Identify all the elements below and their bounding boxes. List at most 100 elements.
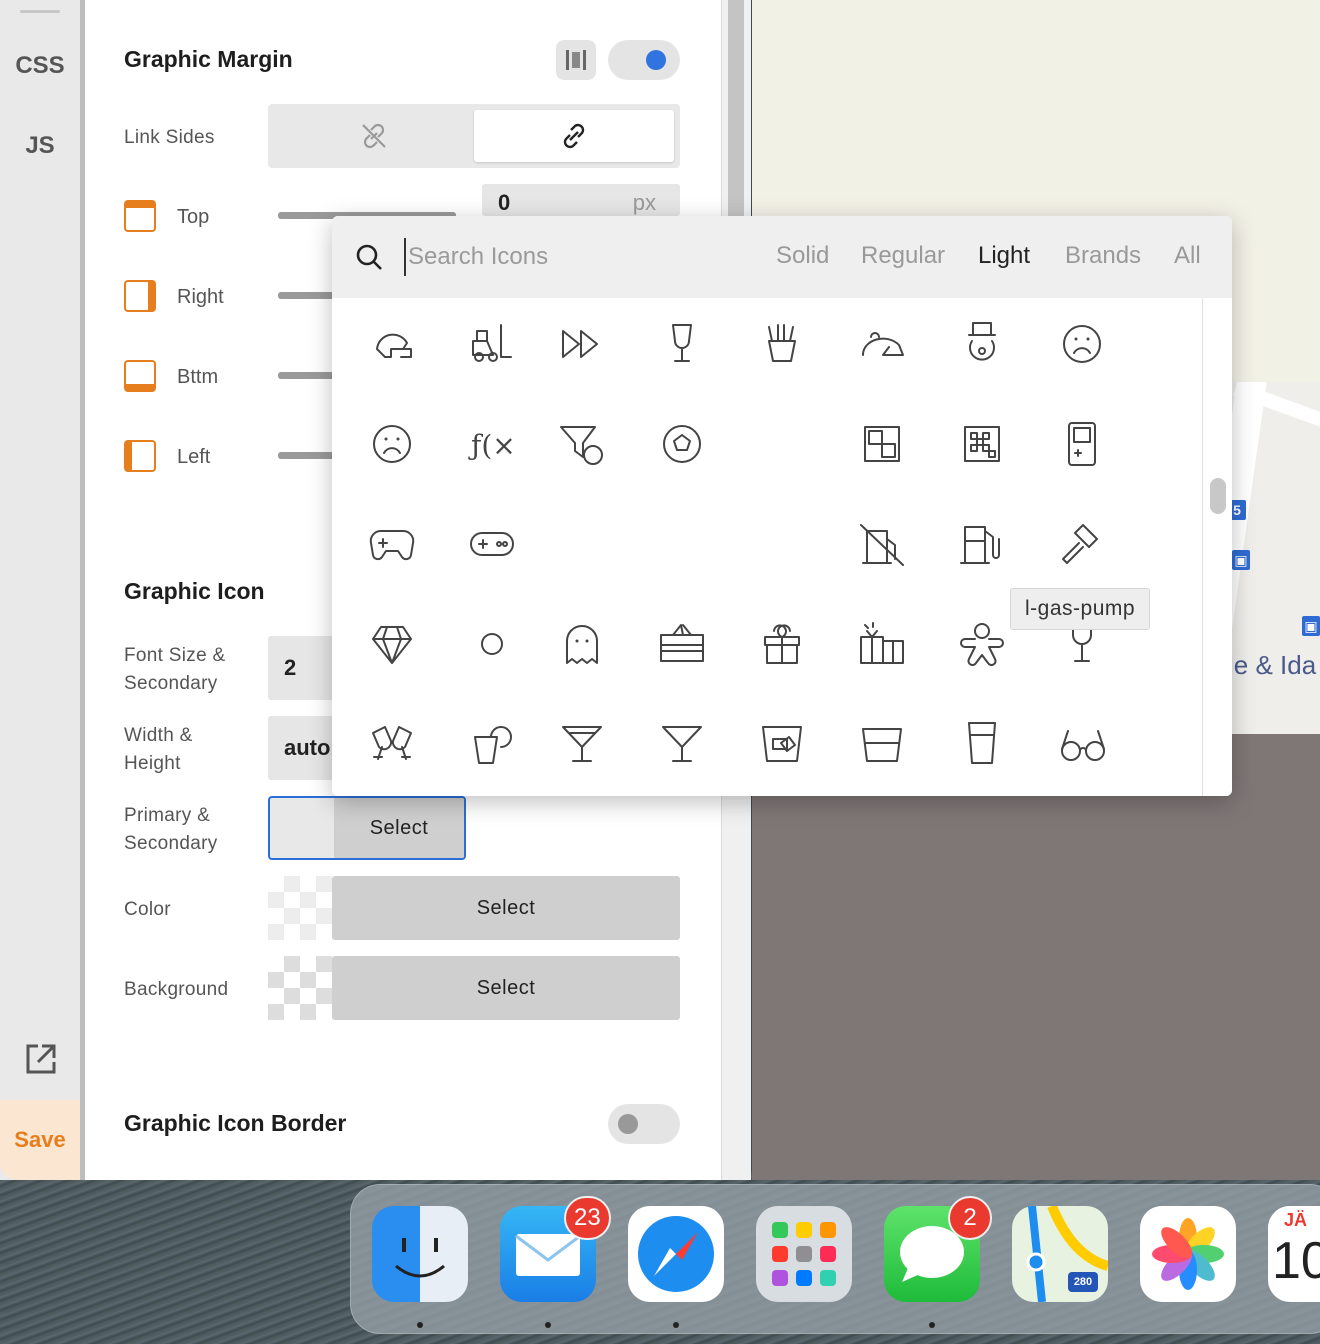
genderless-icon[interactable] [460, 612, 524, 676]
game-console-handheld-icon[interactable] [1050, 412, 1114, 476]
bottom-label: Bttm [177, 366, 219, 388]
bottom-slider[interactable] [278, 372, 338, 379]
icon-search-input[interactable] [404, 238, 734, 276]
gavel-icon[interactable] [1050, 512, 1114, 576]
gamepad-icon[interactable] [360, 512, 424, 576]
mail-running-dot [545, 1322, 551, 1328]
unit-label: px [632, 190, 656, 215]
panel-scrollbar-thumb[interactable] [728, 0, 744, 220]
background-select-button[interactable]: Select [332, 956, 680, 1020]
funnel-dollar-icon[interactable] [550, 412, 614, 476]
left-slider[interactable] [278, 452, 338, 459]
right-label: Right [177, 286, 224, 308]
glass-martini-alt-icon[interactable] [650, 712, 714, 776]
glass-cheers-icon[interactable] [360, 712, 424, 776]
map-dark-area [752, 734, 1320, 1180]
unlink-option[interactable] [274, 110, 474, 162]
glass-tall-icon[interactable] [950, 712, 1014, 776]
gift-icon[interactable] [750, 612, 814, 676]
glass-whiskey-icon[interactable] [650, 312, 714, 376]
search-icon [356, 244, 382, 270]
js-tab[interactable]: JS [0, 132, 80, 160]
fast-forward-icon[interactable] [550, 312, 614, 376]
top-value-field[interactable]: 0 px [482, 184, 680, 216]
glass-citrus-icon[interactable] [460, 712, 524, 776]
link-icon [563, 123, 585, 149]
graphic-icon-border-title: Graphic Icon Border [124, 1110, 347, 1136]
gingerbread-man-icon[interactable] [950, 612, 1014, 676]
glass-whiskey-rocks-icon[interactable] [750, 712, 814, 776]
frosty-head-icon[interactable] [950, 312, 1014, 376]
frown-open-icon[interactable] [360, 412, 424, 476]
maps-shield-label: 280 [1073, 1276, 1093, 1288]
forklift-icon[interactable] [460, 312, 524, 376]
border-toggle[interactable] [608, 1104, 680, 1144]
font-size-field[interactable]: 2 [268, 636, 338, 700]
top-label: Top [177, 206, 210, 228]
font-size-label: Font Size & Secondary [124, 645, 226, 694]
spacing-icon [566, 50, 586, 70]
unlink-icon [362, 123, 386, 149]
glass-martini-icon[interactable] [550, 712, 614, 776]
futbol-icon[interactable] [650, 412, 714, 476]
function-icon[interactable]: ƒ(×) [460, 412, 524, 476]
margin-right-icon [124, 280, 156, 312]
messages-badge: 2 [948, 1196, 992, 1240]
gamepad-alt-icon[interactable] [460, 512, 524, 576]
glasses-icon[interactable] [1050, 712, 1114, 776]
width-field[interactable]: auto [268, 716, 338, 780]
map-place-label: le & Ida [1228, 650, 1317, 680]
margin-top-icon [124, 200, 156, 232]
frown-icon[interactable] [1050, 312, 1114, 376]
gem-icon[interactable] [360, 612, 424, 676]
margin-mode-button[interactable] [556, 40, 596, 80]
right-slider[interactable] [278, 292, 338, 299]
frog-icon[interactable] [850, 312, 914, 376]
graphic-margin-title: Graphic Margin [124, 46, 293, 72]
margin-toggle[interactable] [608, 40, 680, 80]
tab-brands[interactable]: Brands [1065, 242, 1141, 270]
graphic-icon-title: Graphic Icon [124, 578, 265, 604]
gas-pump-slash-icon[interactable] [850, 512, 914, 576]
primary-select-box[interactable]: Select [268, 796, 466, 860]
bus-stop-icon[interactable]: ▣ [1302, 616, 1320, 636]
open-external-icon[interactable] [24, 1042, 58, 1076]
rail-handle[interactable] [20, 10, 60, 13]
toggle-knob [646, 50, 666, 70]
ghost-icon[interactable] [550, 612, 614, 676]
launchpad-app-icon[interactable] [756, 1206, 852, 1302]
glass-whiskey-alt-icon[interactable] [850, 712, 914, 776]
background-swatch[interactable] [268, 956, 332, 1020]
css-tab[interactable]: CSS [0, 52, 80, 80]
game-board-icon[interactable] [850, 412, 914, 476]
tab-light[interactable]: Light [978, 242, 1030, 270]
finder-app-icon[interactable] [372, 1206, 468, 1302]
save-button[interactable]: Save [0, 1100, 80, 1180]
game-board-alt-icon[interactable] [950, 412, 1014, 476]
primary-select-button[interactable]: Select [334, 798, 464, 858]
left-label: Left [177, 446, 211, 468]
color-swatch[interactable] [268, 876, 332, 940]
calendar-app-icon[interactable]: JÄ 10 [1268, 1206, 1320, 1302]
toggle-knob [618, 1114, 638, 1134]
french-fries-icon[interactable] [750, 312, 814, 376]
picker-scrollbar[interactable] [1202, 298, 1232, 796]
safari-app-icon[interactable] [628, 1206, 724, 1302]
tab-regular[interactable]: Regular [861, 242, 945, 270]
picker-header: Solid Regular Light Brands All [332, 216, 1232, 298]
football-helmet-icon[interactable] [360, 312, 424, 376]
calendar-day: 10 [1272, 1232, 1320, 1290]
tab-solid[interactable]: Solid [776, 242, 829, 270]
gift-card-icon[interactable] [650, 612, 714, 676]
link-option[interactable] [474, 110, 674, 162]
bus-stop-icon[interactable]: ▣ [1232, 550, 1250, 570]
margin-bottom-icon [124, 360, 156, 392]
tab-all[interactable]: All [1174, 242, 1201, 270]
gas-pump-icon[interactable] [950, 512, 1014, 576]
photos-app-icon[interactable] [1140, 1206, 1236, 1302]
color-select-button[interactable]: Select [332, 876, 680, 940]
icon-picker: Solid Regular Light Brands All ƒ(×) [332, 216, 1232, 796]
picker-scrollbar-thumb[interactable] [1210, 478, 1226, 514]
gifts-icon[interactable] [850, 612, 914, 676]
background-label: Background [124, 979, 229, 1000]
